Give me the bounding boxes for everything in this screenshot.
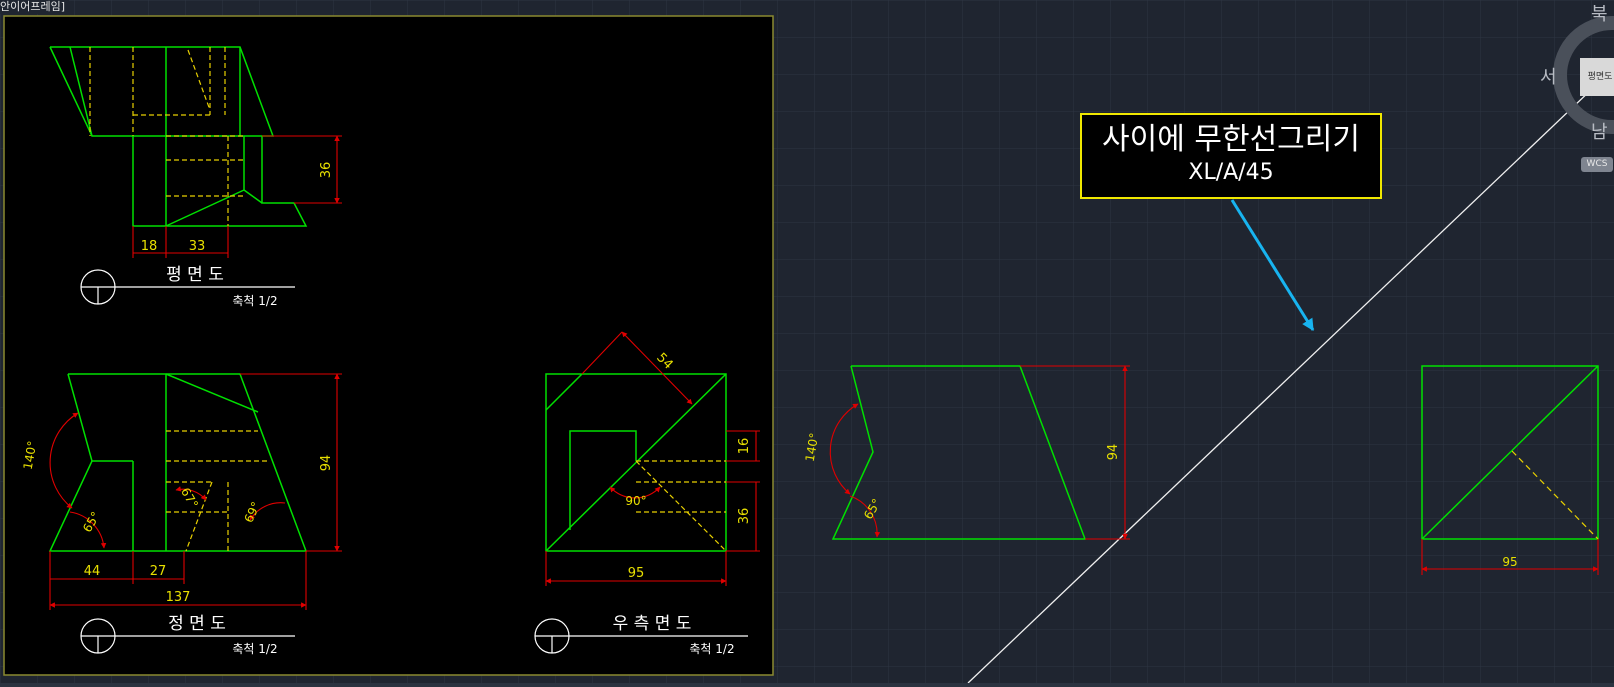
right-scale: 축척 1/2 xyxy=(689,642,734,656)
compass-south[interactable]: 남 xyxy=(1591,118,1608,144)
work-dim-94: 94 xyxy=(1106,444,1121,461)
paper-layout[interactable] xyxy=(3,15,774,676)
compass-north[interactable]: 북 xyxy=(1591,0,1608,26)
compass-west[interactable]: 서 xyxy=(1540,63,1557,89)
right-dim-95: 95 xyxy=(628,566,645,581)
front-scale: 축척 1/2 xyxy=(232,642,277,656)
work-dim-95: 95 xyxy=(1502,555,1517,569)
wcs-button[interactable]: WCS xyxy=(1581,157,1613,172)
plan-dim-36: 36 xyxy=(319,162,334,179)
right-angle-90: 90° xyxy=(625,494,646,508)
right-dim-16: 16 xyxy=(737,438,752,455)
callout-box: 사이에 무한선그리기 XL/A/45 xyxy=(1080,113,1382,199)
right-dim-36: 36 xyxy=(737,508,752,525)
callout-command: XL/A/45 xyxy=(1188,160,1274,185)
plan-dim-33: 33 xyxy=(189,239,206,254)
drawing-canvas[interactable]: 36 18 33 평 면 도 축척 1/2 94 44 27 137 140° … xyxy=(0,0,1614,687)
front-dim-94: 94 xyxy=(319,455,334,472)
front-title: 정 면 도 xyxy=(168,614,226,634)
callout-title: 사이에 무한선그리기 xyxy=(1102,122,1360,157)
right-title: 우 측 면 도 xyxy=(613,614,692,634)
plan-title: 평 면 도 xyxy=(166,265,224,285)
plan-scale: 축척 1/2 xyxy=(232,294,277,308)
front-dim-27: 27 xyxy=(150,564,167,579)
status-bar-strip xyxy=(0,683,1614,687)
front-dim-137: 137 xyxy=(166,590,191,605)
plan-dim-18: 18 xyxy=(141,239,158,254)
viewport-label[interactable]: 안이어프레임] xyxy=(0,0,70,14)
front-dim-44: 44 xyxy=(84,564,101,579)
viewcube-top-face[interactable]: 평면도 xyxy=(1580,58,1614,96)
